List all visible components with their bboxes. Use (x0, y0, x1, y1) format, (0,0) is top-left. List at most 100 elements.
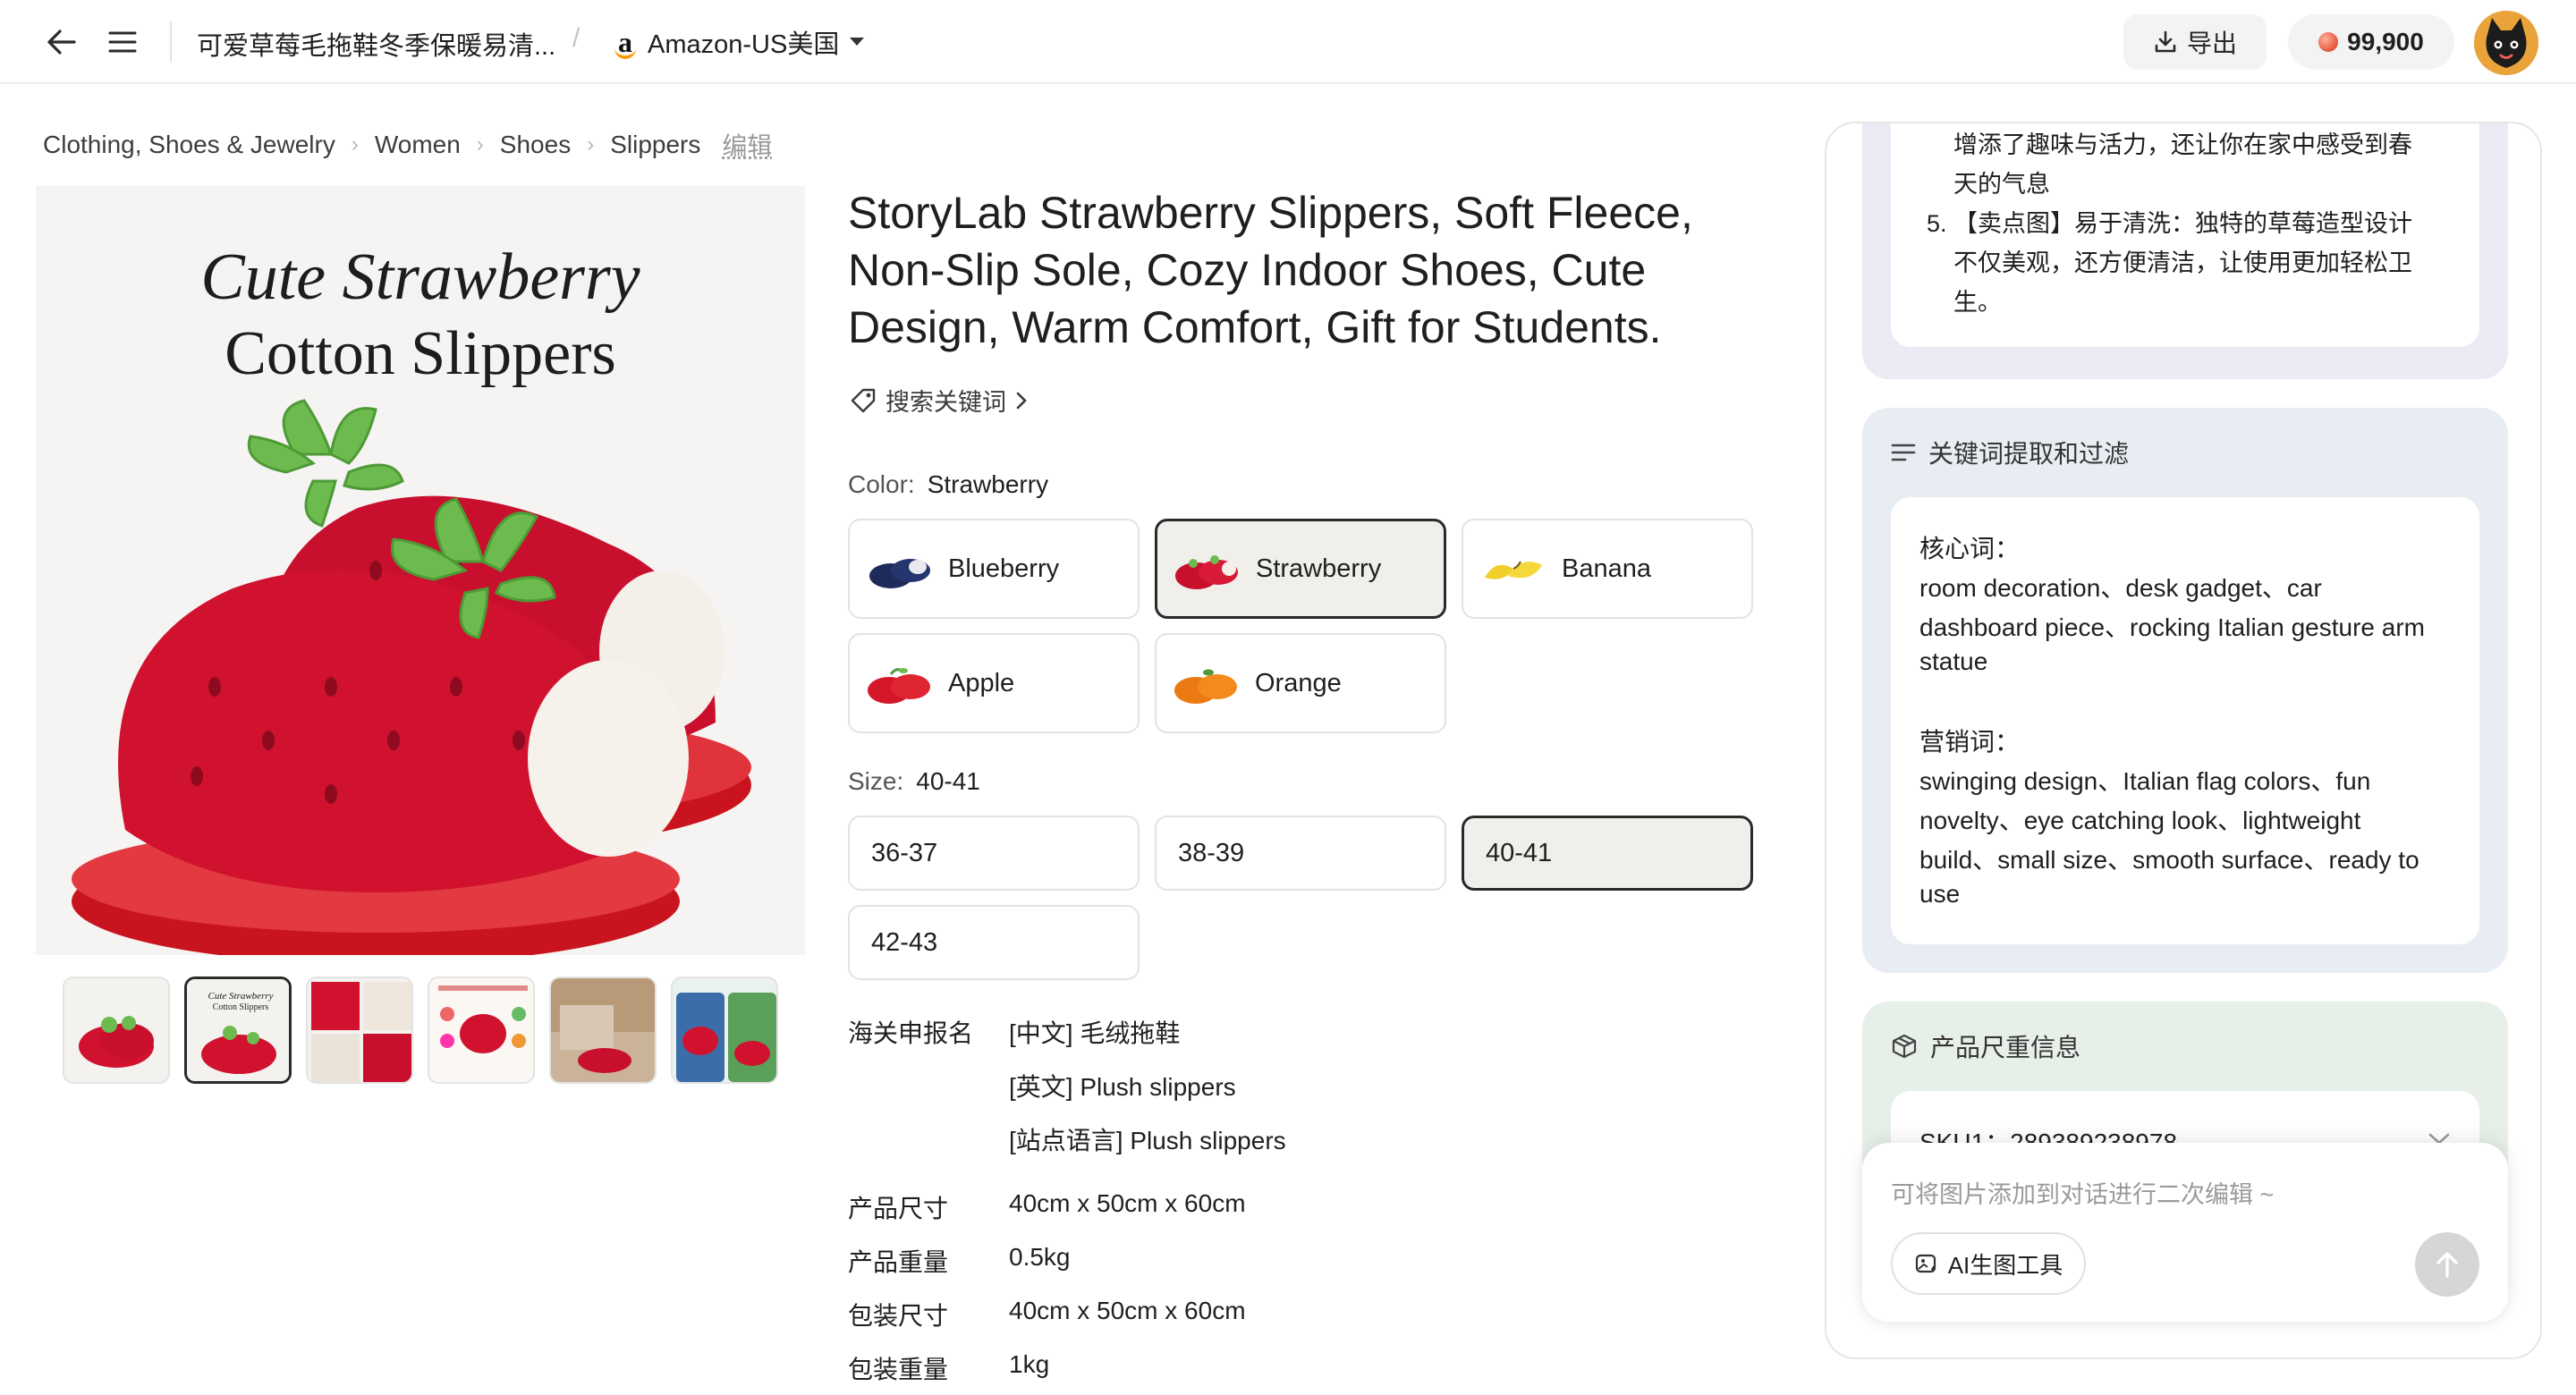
product-title-line: Non-Slip Sole, Cozy Indoor Shoes, Cute (848, 245, 1647, 295)
ai-image-tool-label: AI生图工具 (1947, 1251, 2063, 1279)
chevron-right-icon: › (587, 132, 595, 156)
color-label: Color: Strawberry (848, 470, 1048, 499)
apple-swatch-icon (862, 646, 937, 721)
blueberry-swatch-icon (862, 531, 937, 606)
color-option-strawberry[interactable]: Strawberry (1155, 519, 1446, 619)
thumbnail[interactable] (428, 976, 535, 1084)
image-magic-icon (1915, 1254, 1936, 1273)
selling-point-line: 生。 (1953, 289, 2002, 316)
selling-point-line: 不仅美观，还方便清洁，让使用更加轻松卫 (1953, 249, 2412, 276)
color-option-label: Apple (948, 668, 1015, 698)
chevron-right-icon (1016, 392, 1027, 409)
thumbnail[interactable]: Cute Strawberry Cotton Slippers (184, 976, 292, 1084)
keyword-line: room decoration、desk gadget、car (1919, 574, 2322, 602)
tag-icon (851, 388, 876, 412)
breadcrumb-item[interactable]: Shoes (500, 131, 571, 159)
color-selected-value: Strawberry (927, 470, 1049, 498)
keyword-line: novelty、eye catching look、lightweight (1919, 807, 2361, 834)
size-label-text: Size: (848, 767, 904, 795)
svg-text:Cotton Slippers: Cotton Slippers (213, 1002, 269, 1012)
size-label: Size: 40-41 (848, 767, 980, 796)
marketplace-selector[interactable]: a Amazon-US美国 (612, 20, 866, 64)
thumbnail[interactable] (306, 976, 413, 1084)
menu-icon[interactable] (102, 21, 143, 63)
top-bar: 可爱草莓毛拖鞋冬季保暖易清... / a Amazon-US美国 导出 99,9… (0, 0, 2576, 84)
size-option[interactable]: 36-37 (848, 816, 1140, 891)
selling-points-section: 增添了趣味与活力，还让你在家中感受到春 天的气息 5. 【卖点图】易于清洗：独特… (1862, 123, 2508, 379)
size-option[interactable]: 38-39 (1155, 816, 1446, 891)
search-keywords-label: 搜索关键词 (886, 389, 1006, 416)
ai-image-tool-button[interactable]: AI生图工具 (1891, 1232, 2086, 1295)
chat-composer[interactable]: 可将图片添加到对话进行二次编辑 ~ AI生图工具 (1862, 1143, 2508, 1322)
send-button[interactable] (2415, 1232, 2479, 1297)
chat-input[interactable]: 可将图片添加到对话进行二次编辑 ~ (1891, 1175, 2274, 1210)
credits-value: 99,900 (2347, 28, 2424, 55)
main-product-image[interactable]: Cute Strawberry Cotton Slippers (36, 186, 805, 955)
breadcrumb-item[interactable]: Clothing, Shoes & Jewelry (43, 131, 335, 159)
keyword-line: 核心词： (1919, 535, 2021, 562)
color-option-orange[interactable]: Orange (1155, 633, 1446, 733)
assistant-panel: 增添了趣味与活力，还让你在家中感受到春 天的气息 5. 【卖点图】易于清洗：独特… (1825, 122, 2542, 1359)
color-option-label: Blueberry (948, 554, 1060, 583)
document-title[interactable]: 可爱草莓毛拖鞋冬季保暖易清... (197, 25, 555, 63)
color-option-label: Orange (1255, 668, 1342, 698)
back-arrow-icon[interactable] (41, 21, 82, 63)
customs-name-label: 海关申报名 (848, 1019, 974, 1047)
breadcrumb-item[interactable]: Women (375, 131, 461, 159)
credit-coin-icon (2318, 32, 2339, 52)
keyword-section-header[interactable]: 关键词提取和过滤 (1891, 435, 2129, 470)
spec-key: 包装重量 (848, 1356, 949, 1383)
title-separator: / (572, 23, 580, 53)
size-option[interactable]: 42-43 (848, 905, 1140, 980)
search-keywords-link[interactable]: 搜索关键词 (850, 383, 1028, 418)
selling-point-line: 5. 【卖点图】易于清洗：独特的草莓造型设计 (1927, 210, 2413, 237)
product-title-line: StoryLab Strawberry Slippers, Soft Fleec… (848, 188, 1693, 238)
svg-text:Cute Strawberry: Cute Strawberry (208, 991, 273, 1002)
selling-point-line: 增添了趣味与活力，还让你在家中感受到春 (1953, 131, 2412, 158)
export-button[interactable]: 导出 (2123, 14, 2267, 70)
thumbnail[interactable] (549, 976, 657, 1084)
color-option-blueberry[interactable]: Blueberry (848, 519, 1140, 619)
product-title[interactable]: StoryLab Strawberry Slippers, Soft Fleec… (848, 184, 1707, 356)
breadcrumb-item[interactable]: Slippers (610, 131, 700, 159)
selling-points-card: 增添了趣味与活力，还让你在家中感受到春 天的气息 5. 【卖点图】易于清洗：独特… (1891, 123, 2479, 347)
size-weight-header[interactable]: 产品尺重信息 (1891, 1028, 2080, 1064)
thumbnail-strip: Cute Strawberry Cotton Slippers (63, 976, 778, 1084)
keyword-line: build、small size、smooth surface、ready to (1919, 846, 2419, 874)
spec-key: 产品尺寸 (848, 1195, 949, 1222)
spec-value: 0.5kg (1009, 1243, 1071, 1271)
color-option-label: Strawberry (1256, 554, 1382, 583)
size-weight-title: 产品尺重信息 (1930, 1034, 2081, 1061)
package-icon (1892, 1034, 1917, 1059)
spec-value: 40cm x 50cm x 60cm (1009, 1189, 1246, 1217)
thumbnail[interactable] (671, 976, 778, 1084)
color-option-banana[interactable]: Banana (1462, 519, 1753, 619)
spec-value: 1kg (1009, 1350, 1050, 1378)
selling-point-line: 天的气息 (1953, 171, 2050, 198)
orange-swatch-icon (1169, 646, 1244, 721)
keyword-line: 营销词： (1919, 728, 2021, 756)
thumbnail[interactable] (63, 976, 170, 1084)
spec-key: 产品重量 (848, 1248, 949, 1276)
marketplace-label: Amazon-US美国 (648, 30, 840, 59)
color-option-label: Banana (1562, 554, 1651, 583)
divider (170, 21, 172, 63)
color-option-apple[interactable]: Apple (848, 633, 1140, 733)
keyword-card: 核心词： room decoration、desk gadget、car das… (1891, 497, 2479, 944)
credits-balance[interactable]: 99,900 (2288, 14, 2454, 70)
keyword-section-title: 关键词提取和过滤 (1928, 440, 2130, 468)
chevron-right-icon: › (351, 132, 359, 156)
edit-category-link[interactable]: 编辑 (722, 127, 772, 163)
download-icon (2155, 30, 2176, 53)
list-icon (1891, 444, 1916, 461)
banana-swatch-icon (1476, 531, 1551, 606)
avatar[interactable] (2474, 11, 2538, 75)
size-option[interactable]: 40-41 (1462, 816, 1753, 891)
color-label-text: Color: (848, 470, 915, 498)
spec-key: 包装尺寸 (848, 1302, 949, 1330)
customs-name-value: [中文] 毛绒拖鞋 (1009, 1019, 1181, 1047)
spec-value: 40cm x 50cm x 60cm (1009, 1297, 1246, 1324)
keyword-line: swinging design、Italian flag colors、fun (1919, 767, 2371, 795)
caret-down-icon (850, 38, 865, 46)
strawberry-swatch-icon (1170, 531, 1245, 606)
